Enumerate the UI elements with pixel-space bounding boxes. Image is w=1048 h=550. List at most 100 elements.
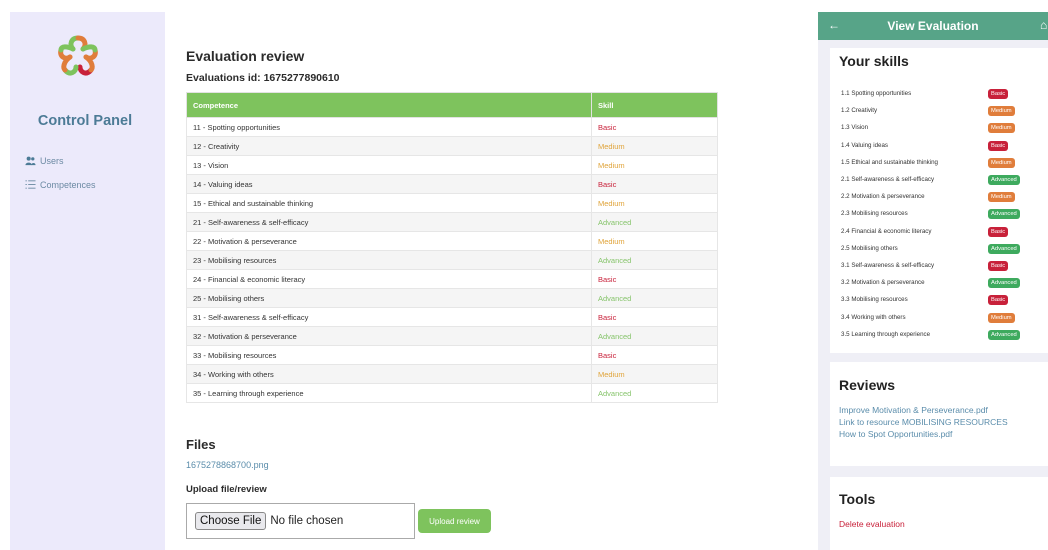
skill-cell: Medium bbox=[591, 364, 718, 384]
skill-level-badge: Medium bbox=[988, 312, 1015, 323]
competence-cell: 11 - Spotting opportunities bbox=[186, 117, 592, 137]
skill-cell: Medium bbox=[591, 231, 718, 251]
skill-level-badge: Advanced bbox=[988, 209, 1020, 220]
skill-cell: Basic bbox=[591, 345, 718, 365]
column-header-skill: Skill bbox=[591, 92, 718, 118]
table-row: 21 - Self-awareness & self-efficacy Advan… bbox=[186, 212, 718, 232]
sidebar-item-users[interactable]: Users bbox=[25, 155, 64, 166]
upload-title: Upload file/review bbox=[186, 484, 267, 495]
skill-row: 2.2 Motivation & perseverance Medium bbox=[841, 190, 1019, 203]
table-header-row: Competence Skill bbox=[186, 92, 718, 118]
skill-label: 3.1 Self-awareness & self-efficacy bbox=[841, 262, 935, 269]
skill-row: 1.4 Valuing ideas Basic bbox=[841, 139, 1019, 152]
table-row: 32 - Motivation & perseverance Advanced bbox=[186, 326, 718, 346]
skill-cell: Advanced bbox=[591, 383, 718, 403]
skill-row: 2.5 Mobilising others Advanced bbox=[841, 242, 1020, 255]
users-icon bbox=[25, 156, 36, 166]
files-title: Files bbox=[186, 437, 216, 452]
skill-level-badge: Basic bbox=[988, 140, 1009, 151]
file-input[interactable]: Choose File No file chosen bbox=[186, 503, 415, 539]
skill-label: 1.4 Valuing ideas bbox=[841, 141, 889, 149]
table-row: 23 - Mobilising resources Advanced bbox=[186, 250, 718, 270]
table-row: 12 - Creativity Medium bbox=[186, 136, 718, 156]
home-icon[interactable]: ⌂ bbox=[1040, 18, 1047, 32]
table-row: 35 - Learning through experience Advanced bbox=[186, 383, 718, 403]
skill-level-badge: Basic bbox=[988, 226, 1009, 237]
competence-cell: 14 - Valuing ideas bbox=[186, 174, 592, 194]
evaluation-id: Evaluations id: 1675277890610 bbox=[186, 72, 340, 84]
skill-cell: Basic bbox=[591, 174, 718, 194]
table-row: 13 - Vision Medium bbox=[186, 155, 718, 175]
skill-label: 1.1 Spotting opportunities bbox=[841, 90, 912, 97]
skill-row: 1.3 Vision Medium bbox=[841, 121, 1019, 134]
skill-row: 3.2 Motivation & perseverance Advanced bbox=[841, 276, 1020, 289]
skill-row: 1.1 Spotting opportunities Basic bbox=[841, 87, 1019, 100]
mobile-view: ← View Evaluation ⌂ Your skills 1.1 Spot… bbox=[818, 12, 1048, 550]
table-row: 33 - Mobilising resources Basic bbox=[186, 345, 718, 365]
skill-label: 1.5 Ethical and sustainable thinking bbox=[841, 158, 939, 166]
skill-cell: Advanced bbox=[591, 326, 718, 346]
competence-cell: 31 - Self-awareness & self-efficacy bbox=[186, 307, 592, 327]
skill-level-badge: Advanced bbox=[988, 278, 1020, 289]
skill-level-badge: Advanced bbox=[988, 243, 1020, 254]
review-link[interactable]: Link to resource MOBILISING RESOURCES bbox=[839, 417, 1008, 427]
choose-file-button[interactable]: Choose File bbox=[195, 512, 267, 530]
skill-label: 3.2 Motivation & perseverance bbox=[841, 279, 925, 287]
skill-label: 2.2 Motivation & perseverance bbox=[841, 193, 925, 201]
table-row: 22 - Motivation & perseverance Medium bbox=[186, 231, 718, 251]
reviews-card: Reviews Improve Motivation & Perseveranc… bbox=[830, 362, 1048, 466]
logo-icon bbox=[58, 35, 98, 76]
competence-cell: 12 - Creativity bbox=[186, 136, 592, 156]
competence-cell: 25 - Mobilising others bbox=[186, 288, 592, 308]
skill-row: 2.3 Mobilising resources Advanced bbox=[841, 207, 1020, 220]
skill-label: 3.3 Mobilising resources bbox=[841, 296, 908, 304]
competence-cell: 24 - Financial & economic literacy bbox=[186, 269, 592, 289]
table-row: 15 - Ethical and sustainable thinking Med… bbox=[186, 193, 718, 213]
skill-label: 2.1 Self-awareness & self-efficacy bbox=[841, 176, 935, 183]
skills-title: Your skills bbox=[839, 53, 909, 69]
no-file-text: No file chosen bbox=[270, 515, 344, 527]
competence-cell: 22 - Motivation & perseverance bbox=[186, 231, 592, 251]
skill-level-badge: Basic bbox=[988, 261, 1009, 271]
desktop-view: Control Panel Users Competences Evaluati… bbox=[10, 12, 738, 550]
sidebar-item-competences[interactable]: Competences bbox=[25, 179, 96, 190]
skill-level-badge: Basic bbox=[988, 295, 1009, 306]
skill-cell: Basic bbox=[591, 307, 718, 327]
tools-title: Tools bbox=[839, 491, 876, 507]
list-icon bbox=[25, 180, 36, 189]
competence-cell: 23 - Mobilising resources bbox=[186, 250, 592, 270]
skill-level-badge: Basic bbox=[988, 89, 1009, 99]
main-content: Evaluation review Evaluations id: 167527… bbox=[165, 12, 738, 550]
competence-cell: 15 - Ethical and sustainable thinking bbox=[186, 193, 592, 213]
skill-row: 2.4 Financial & economic literacy Basic bbox=[841, 225, 1019, 238]
competence-cell: 32 - Motivation & perseverance bbox=[186, 326, 592, 346]
table-row: 24 - Financial & economic literacy Basic bbox=[186, 269, 718, 289]
skill-label: 1.2 Creativity bbox=[841, 107, 878, 115]
competence-cell: 33 - Mobilising resources bbox=[186, 345, 592, 365]
skill-cell: Medium bbox=[591, 136, 718, 156]
skill-label: 1.3 Vision bbox=[841, 124, 869, 132]
review-link[interactable]: Improve Motivation & Perseverance.pdf bbox=[839, 405, 988, 415]
skill-cell: Medium bbox=[591, 193, 718, 213]
sidebar: Control Panel Users Competences bbox=[10, 12, 160, 550]
skill-cell: Basic bbox=[591, 269, 718, 289]
review-link[interactable]: How to Spot Opportunities.pdf bbox=[839, 429, 952, 439]
file-link[interactable]: 1675278868700.png bbox=[186, 460, 269, 470]
skill-label: 2.5 Mobilising others bbox=[841, 244, 898, 252]
upload-review-button[interactable]: Upload review bbox=[418, 509, 491, 533]
mobile-header: ← View Evaluation ⌂ bbox=[818, 12, 1048, 40]
column-header-competence: Competence bbox=[186, 92, 592, 118]
skill-row: 1.2 Creativity Medium bbox=[841, 104, 1019, 117]
page-title: Evaluation review bbox=[186, 48, 305, 64]
skill-label: 2.3 Mobilising resources bbox=[841, 210, 908, 218]
skill-row: 3.4 Working with others Medium bbox=[841, 311, 1019, 324]
skill-cell: Advanced bbox=[591, 250, 718, 270]
skill-row: 1.5 Ethical and sustainable thinking Medi… bbox=[841, 156, 1019, 169]
mobile-header-title: View Evaluation bbox=[887, 19, 979, 33]
sidebar-item-label: Competences bbox=[40, 179, 96, 190]
skill-label: 2.4 Financial & economic literacy bbox=[841, 227, 932, 235]
skill-cell: Medium bbox=[591, 155, 718, 175]
table-row: 14 - Valuing ideas Basic bbox=[186, 174, 718, 194]
skill-level-badge: Advanced bbox=[988, 175, 1020, 185]
delete-evaluation-link[interactable]: Delete evaluation bbox=[839, 519, 905, 529]
